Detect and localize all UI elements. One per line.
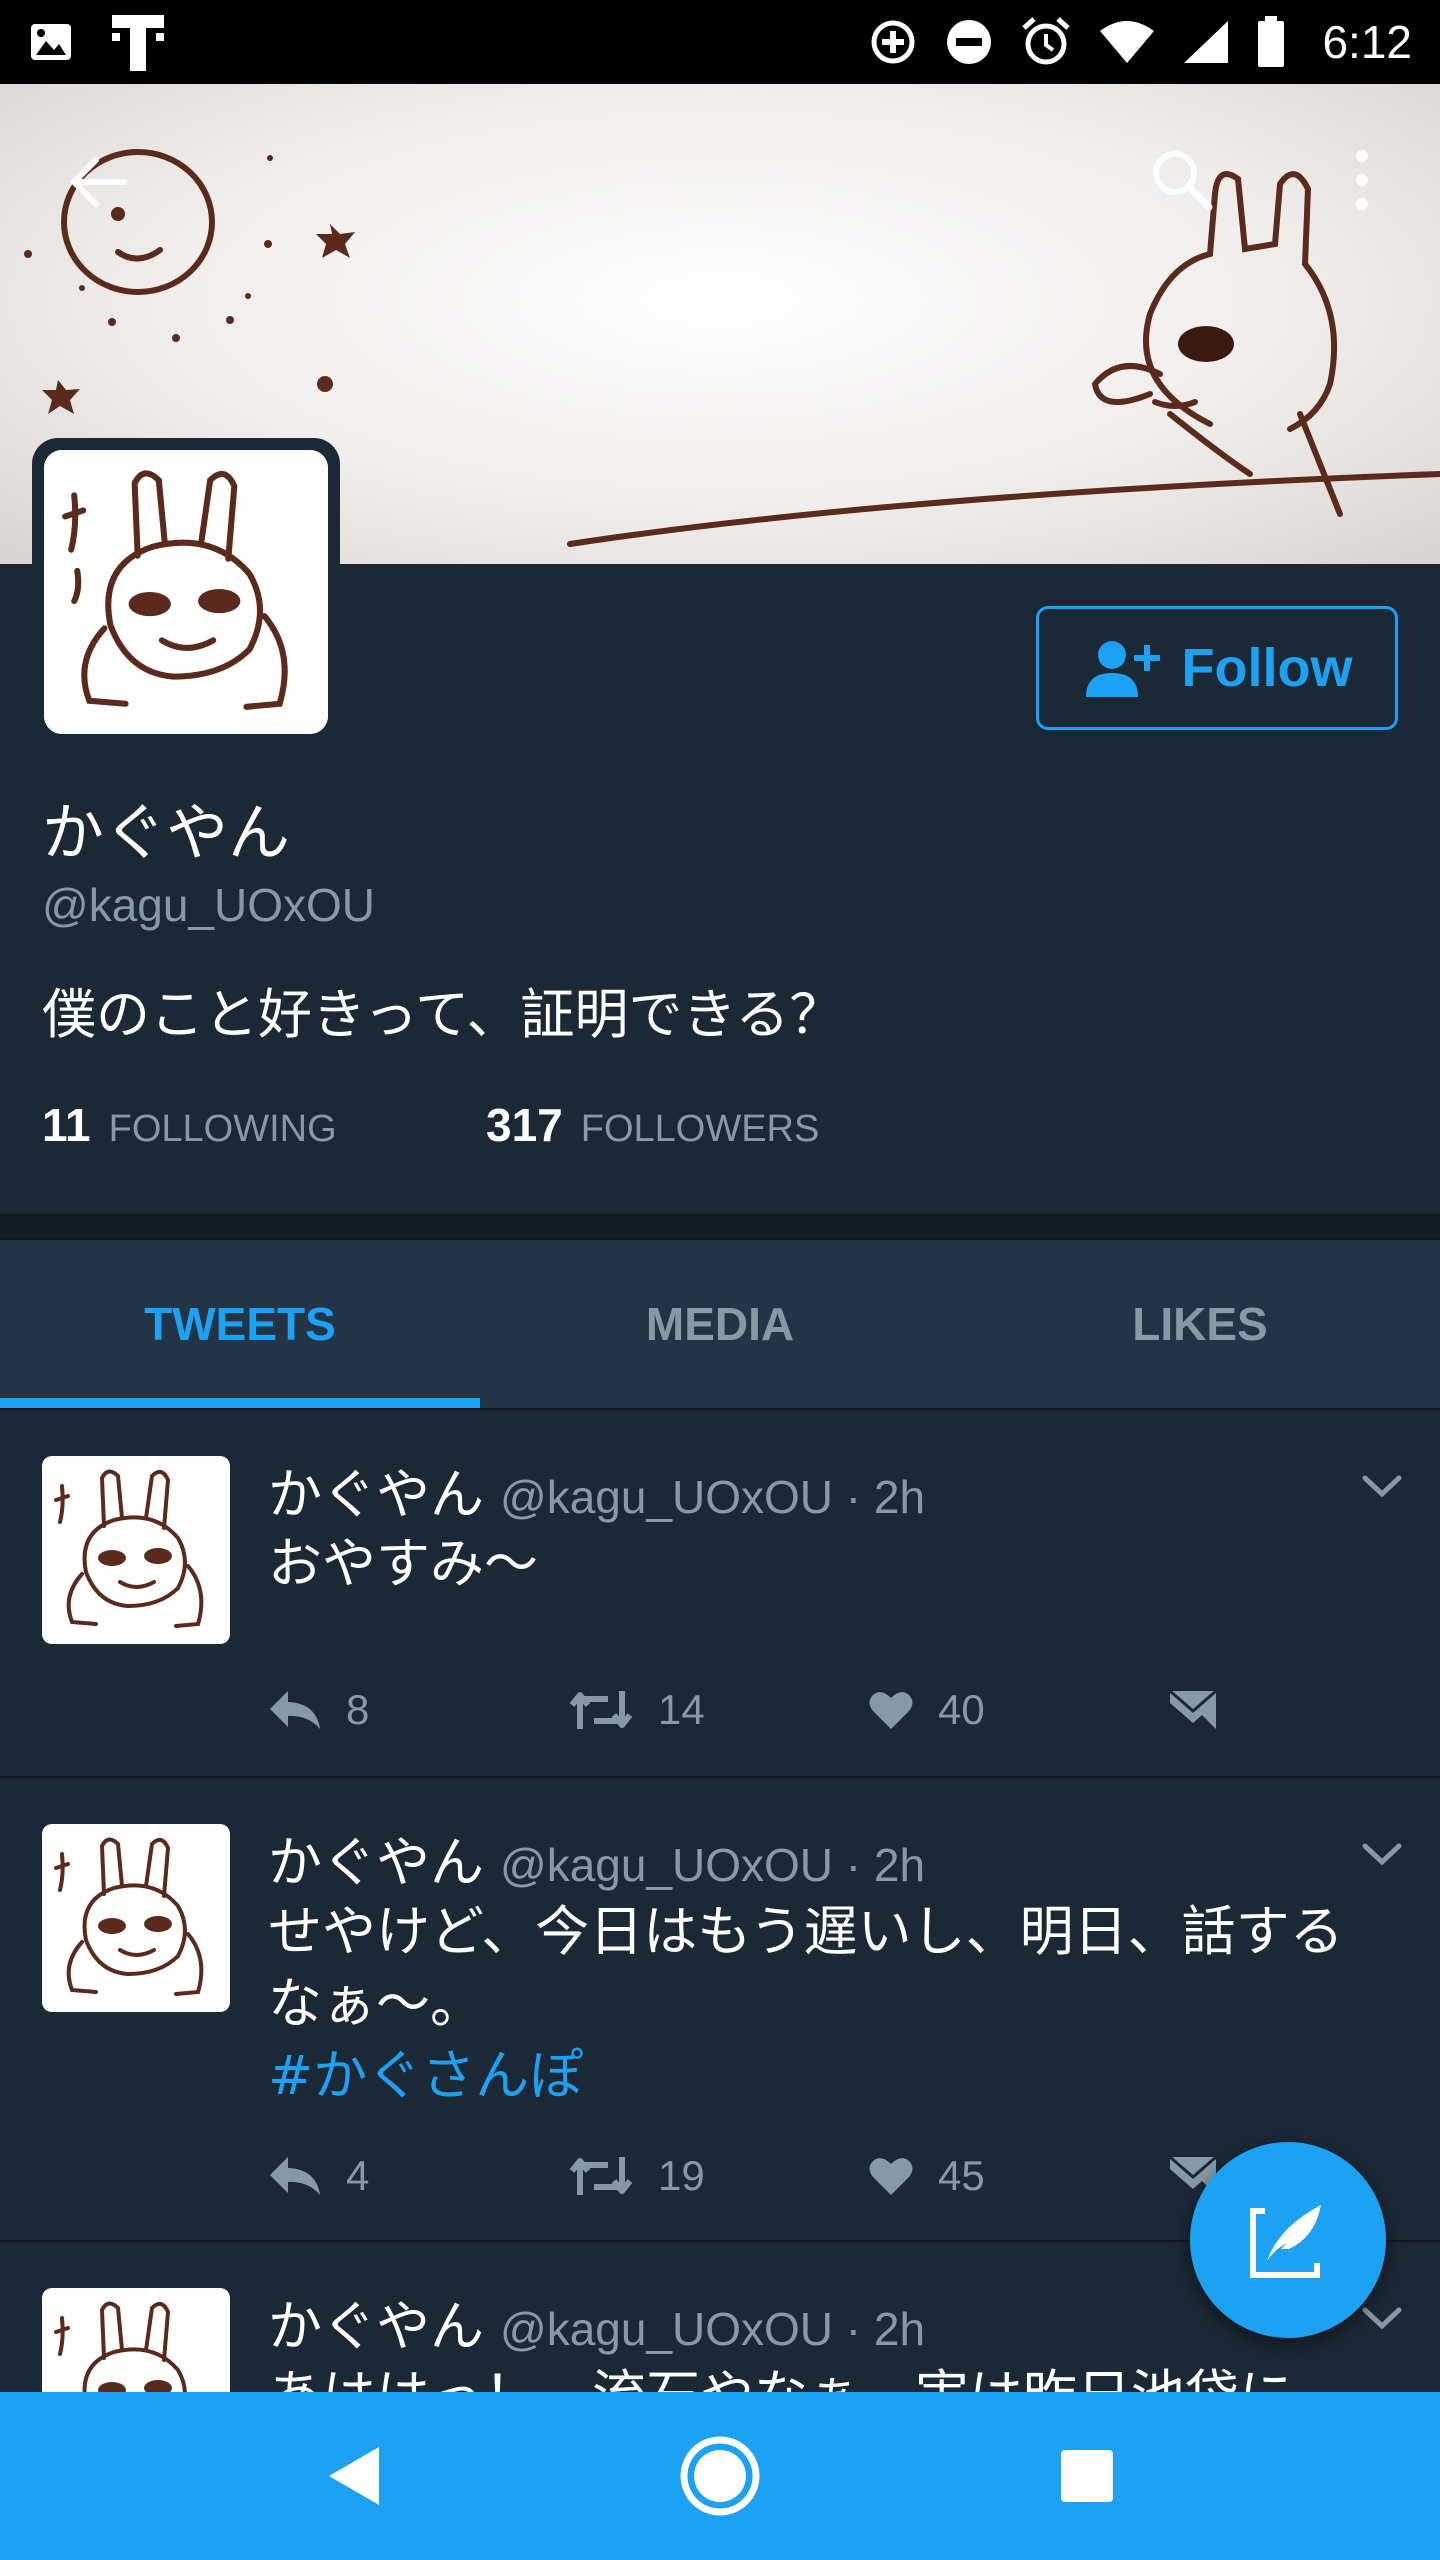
tweet-body: おやすみ〜 (268, 1532, 538, 1595)
tweet-item[interactable]: かぐやん @kagu_UOxOU · 2h おやすみ〜 8 14 40 (0, 1410, 1440, 1778)
compose-tweet-button[interactable] (1190, 2142, 1386, 2338)
tweet-avatar[interactable] (42, 2288, 230, 2392)
tab-likes[interactable]: LIKES (960, 1240, 1440, 1408)
section-divider (0, 1214, 1440, 1240)
following-stat[interactable]: 11 FOLLOWING (42, 1098, 486, 1152)
bunny-avatar-image (54, 1837, 204, 1996)
followers-count: 317 (486, 1099, 563, 1151)
profile-stats: 11 FOLLOWING 317 FOLLOWERS (42, 1098, 819, 1152)
chevron-down-icon (1362, 1475, 1402, 1498)
tweet-author-name: かぐやん (268, 2295, 484, 2358)
battery-icon (1256, 16, 1286, 68)
status-bar: 6:12 (0, 0, 1440, 84)
retweet-count: 14 (658, 1686, 705, 1733)
tweet-text: おやすみ〜 (268, 1528, 1388, 1600)
bunny-avatar-image (54, 1469, 204, 1628)
tab-tweets[interactable]: TWEETS (0, 1240, 480, 1408)
tweet-avatar[interactable] (42, 1456, 230, 1644)
tab-media[interactable]: MEDIA (480, 1240, 960, 1408)
gallery-notification-icon (28, 19, 74, 65)
profile-avatar[interactable] (32, 438, 340, 746)
follow-button[interactable]: Follow (1036, 606, 1398, 730)
reply-icon (270, 2157, 320, 2195)
following-count: 11 (42, 1099, 91, 1151)
add-user-icon (1085, 641, 1160, 697)
search-icon (1153, 151, 1213, 211)
cell-signal-icon (1182, 19, 1230, 65)
reply-icon (270, 1691, 320, 1729)
tweet-meta: @kagu_UOxOU · 2h (500, 1471, 926, 1523)
tweet-avatar[interactable] (42, 1824, 230, 2012)
triangle-back-icon (329, 2447, 380, 2505)
tweet-hashtag[interactable]: #かぐさんぽ (268, 2040, 1388, 2112)
more-vert-icon (1356, 150, 1368, 210)
tweet-menu-button[interactable] (1360, 1840, 1404, 1872)
wifi-icon (1098, 19, 1156, 65)
followers-label: FOLLOWERS (580, 1108, 820, 1150)
chevron-down-icon (1362, 2307, 1402, 2330)
data-saver-icon (868, 17, 918, 67)
nav-home-button[interactable] (660, 2416, 780, 2536)
retweet-button[interactable]: 14 (568, 1686, 868, 1734)
tweet-text: せやけど、今日はもう遅いし、明日、話するなぁ〜。 #かぐさんぽ (268, 1896, 1388, 2112)
more-options-button[interactable] (1314, 132, 1410, 228)
tweet-meta: @kagu_UOxOU · 2h (500, 2303, 926, 2355)
heart-icon (869, 2158, 913, 2195)
carrier-logo-icon (110, 11, 166, 73)
profile-tabs: TWEETS MEDIA LIKES (0, 1240, 1440, 1410)
like-count: 40 (938, 1686, 985, 1733)
following-label: FOLLOWING (108, 1108, 337, 1150)
followers-stat[interactable]: 317 FOLLOWERS (486, 1098, 819, 1152)
tweet-author-name: かぐやん (268, 1463, 484, 1526)
tweet-actions: 8 14 40 (268, 1686, 1440, 1734)
follow-label: Follow (1181, 638, 1353, 698)
reply-button[interactable]: 4 (268, 2152, 568, 2200)
tweet-menu-button[interactable] (1360, 2304, 1404, 2336)
bunny-avatar-image (44, 450, 328, 734)
profile-handle: @kagu_UOxOU (42, 879, 376, 931)
nav-recents-button[interactable] (1027, 2416, 1147, 2536)
like-button[interactable]: 45 (868, 2152, 1168, 2200)
profile-display-name: かぐやん (42, 796, 291, 869)
tweet-meta: @kagu_UOxOU · 2h (500, 1839, 926, 1891)
heart-icon (869, 1692, 913, 1729)
direct-message-button[interactable] (1168, 1689, 1440, 1731)
like-button[interactable]: 40 (868, 1686, 1168, 1734)
system-nav-bar (0, 2392, 1440, 2560)
tweet-author-name: かぐやん (268, 1831, 484, 1894)
back-button[interactable] (50, 134, 146, 230)
tweet-menu-button[interactable] (1360, 1472, 1404, 1504)
search-button[interactable] (1134, 132, 1230, 228)
like-count: 45 (938, 2152, 985, 2199)
reply-button[interactable]: 8 (268, 1686, 568, 1734)
profile-bio: 僕のこと好きって、証明できる？ (42, 983, 844, 1046)
reply-count: 8 (346, 1686, 370, 1733)
bunny-avatar-image (54, 2301, 187, 2392)
nav-back-button[interactable] (293, 2416, 413, 2536)
do-not-disturb-icon (944, 17, 994, 67)
retweet-icon (569, 2157, 633, 2195)
circle-home-icon (680, 2436, 760, 2516)
tweet-text: あははっ！ 流石やなぁ、実は昨日池袋に (268, 2360, 1388, 2392)
tweet-body: あははっ！ 流石やなぁ、実は昨日池袋に (268, 2364, 1293, 2392)
tweet-body: せやけど、今日はもう遅いし、明日、話するなぁ〜。 (268, 1900, 1344, 2035)
retweet-icon (569, 1691, 633, 1729)
status-time: 6:12 (1322, 16, 1412, 68)
alarm-icon (1020, 16, 1072, 68)
envelope-icon (1169, 1689, 1217, 1729)
chevron-down-icon (1362, 1843, 1402, 1866)
arrow-back-icon (69, 157, 127, 207)
reply-count: 4 (346, 2152, 370, 2199)
compose-feather-icon (1250, 2205, 1321, 2278)
retweet-count: 19 (658, 2152, 705, 2199)
retweet-button[interactable]: 19 (568, 2152, 868, 2200)
square-recents-icon (1060, 2450, 1113, 2502)
